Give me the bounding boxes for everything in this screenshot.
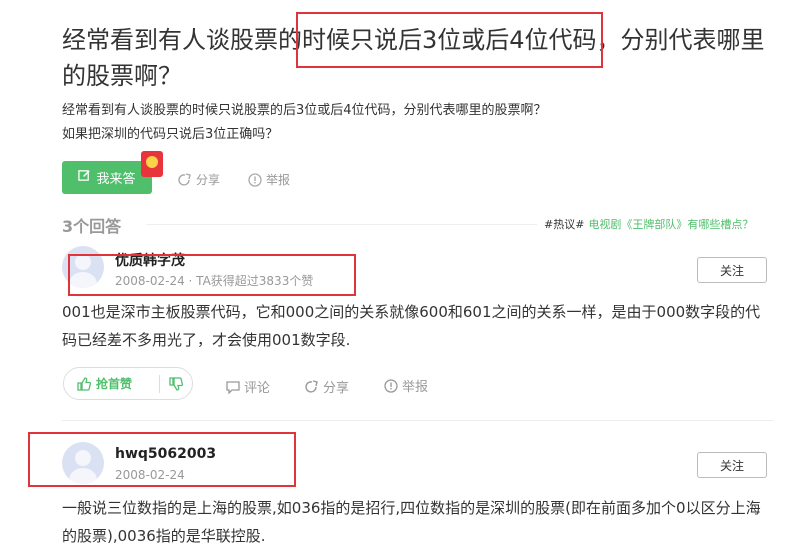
report-button[interactable]: 举报 <box>248 171 290 188</box>
downvote-button[interactable] <box>160 376 192 391</box>
upvote-label: 抢首赞 <box>96 377 133 391</box>
answer-text: 一般说三位数指的是上海的股票,如036指的是招行,四位数指的是深圳的股票(即在前… <box>62 499 761 545</box>
avatar[interactable] <box>62 246 104 288</box>
red-envelope-icon[interactable] <box>141 151 163 177</box>
answer-button-label: 我来答 <box>96 172 136 187</box>
answer-username[interactable]: hwq5062003 <box>115 446 216 462</box>
report-label: 举报 <box>402 380 429 395</box>
report-icon <box>384 378 398 393</box>
answer-count: 3个回答 <box>62 217 122 236</box>
report-icon <box>248 172 262 187</box>
edit-icon <box>78 169 91 186</box>
answer-share-button[interactable]: 分享 <box>305 377 349 396</box>
report-label: 举报 <box>266 173 291 187</box>
divider <box>147 224 537 225</box>
thumbs-up-icon <box>77 376 91 391</box>
avatar[interactable] <box>62 442 104 484</box>
thumbs-down-icon <box>169 376 183 391</box>
answer-button[interactable]: 我来答 <box>62 161 152 194</box>
hot-topic[interactable]: #热议# 电视剧《王牌部队》有哪些槽点？ <box>544 216 753 232</box>
answer-text: 001也是深市主板股票代码，它和000之间的关系就像600和601之间的关系一样… <box>62 303 761 349</box>
share-button[interactable]: 分享 <box>178 171 220 188</box>
share-icon <box>305 379 318 393</box>
upvote-button[interactable]: 抢首赞 <box>64 375 159 392</box>
hot-topic-link[interactable]: 电视剧《王牌部队》有哪些槽点？ <box>588 218 753 231</box>
comment-label: 评论 <box>244 381 271 396</box>
follow-button[interactable]: 关注 <box>697 257 767 283</box>
question-description-line: 如果把深圳的代码只说后3位正确吗？ <box>62 127 279 142</box>
comment-button[interactable]: 评论 <box>226 377 270 396</box>
hot-topic-tag: #热议# <box>544 218 585 231</box>
question-title: 经常看到有人谈股票的时候只说后3位或后4位代码，分别代表哪里的股票啊？ <box>62 26 765 90</box>
question-description: 经常看到有人谈股票的时候只说股票的后3位或后4位代码，分别代表哪里的股票啊？ 如… <box>62 99 782 147</box>
answer-meta: 2008-02-24 <box>115 468 185 482</box>
vote-box: 抢首赞 <box>63 367 193 400</box>
answer-username[interactable]: 优质韩字茂 <box>115 250 185 270</box>
share-label: 分享 <box>323 381 350 396</box>
answer-report-button[interactable]: 举报 <box>384 376 428 395</box>
share-icon <box>178 172 191 186</box>
divider <box>62 420 774 421</box>
comment-icon <box>226 380 240 394</box>
follow-button[interactable]: 关注 <box>697 452 767 478</box>
answer-meta: 2008-02-24 · TA获得超过3833个赞 <box>115 274 314 288</box>
question-description-line: 经常看到有人谈股票的时候只说股票的后3位或后4位代码，分别代表哪里的股票啊？ <box>62 103 547 118</box>
share-label: 分享 <box>196 173 221 187</box>
